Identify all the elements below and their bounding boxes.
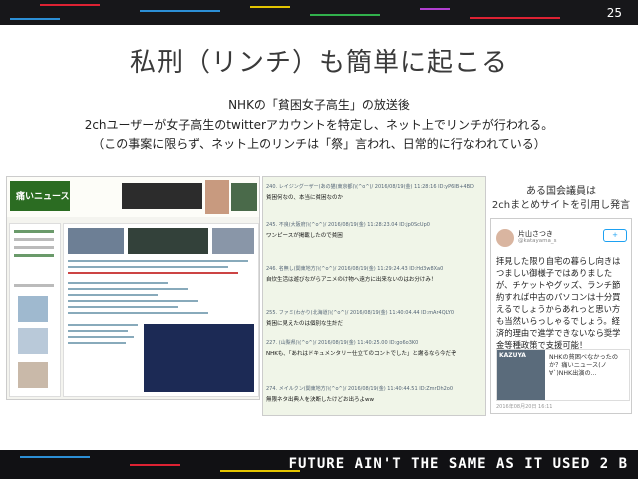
tweet-author-handle: @katayama_s xyxy=(518,238,557,244)
tweet-screenshot: 片山さつき @katayama_s + 拝見した限り自宅の暮らし向きはつましい御… xyxy=(490,218,632,414)
matome-sidebar xyxy=(9,223,61,397)
card-text: NHKの貧困ベなかったのか？痛いニュース(ノ∀`)NHK出演の... xyxy=(549,354,619,377)
site-logo: 痛いニュース xyxy=(10,181,70,211)
subtitle-line-3: （この事案に限らず、ネット上のリンチは「祭」言われ、日常的に行なわれている） xyxy=(92,137,546,151)
note-line-1: ある国会議員は xyxy=(526,186,596,197)
header-banner xyxy=(122,183,202,209)
subtitle-line-1: NHKの「貧困女子高生」の放送後 xyxy=(228,98,410,112)
matome-header: 痛いニュース xyxy=(7,177,259,217)
follow-button[interactable]: + xyxy=(603,229,627,242)
top-glitch-bar: 25 xyxy=(0,0,638,25)
slide-title: 私刑（リンチ）も簡単に起こる xyxy=(129,48,508,78)
subtitle-line-2: 2chユーザーが女子高生のtwitterアカウントを特定し、ネット上でリンチが行… xyxy=(84,118,554,132)
matome-site-screenshot: 痛いニュース xyxy=(6,176,260,400)
matome-article xyxy=(63,223,259,397)
page-number: 25 xyxy=(606,6,622,20)
thread-post: 255. ファミ(わかり(北海道)\(^o^)/ 2016/08/19(金) 1… xyxy=(266,310,455,327)
thread-screenshot: 240. レイジングーザー(あの猫(東京都)\(^o^)/ 2016/08/19… xyxy=(262,176,486,416)
thread-post: 246. 名無し(関東地方)\(^o^)/ 2016/08/19(金) 11:2… xyxy=(266,266,444,283)
thread-post: 245. 不良(大阪府)\(^o^)/ 2016/08/19(金) 11:28:… xyxy=(266,222,430,239)
footer-bar: FUTURE AIN'T THE SAME AS IT USED 2 B xyxy=(0,450,638,479)
thread-post: 240. レイジングーザー(あの猫(東京都)\(^o^)/ 2016/08/19… xyxy=(266,184,474,201)
banner-photo xyxy=(205,180,229,214)
note-line-2: 2chまとめサイトを引用し発言 xyxy=(491,200,631,211)
header-banner-2 xyxy=(231,183,257,211)
tweet-date: 2016年08月20日 16:11 xyxy=(496,404,553,410)
thread-post: 227. (山梨県)\(^o^)/ 2016/08/19(金) 11:40:25… xyxy=(266,340,457,357)
avatar xyxy=(496,229,514,247)
thread-post: 274. メイルクン(関東地方)\(^o^)/ 2016/08/19(金) 11… xyxy=(266,386,454,403)
link-card[interactable]: KAZUYA NHKの貧困ベなかったのか？痛いニュース(ノ∀`)NHK出演の..… xyxy=(496,349,630,401)
footer-text: FUTURE AIN'T THE SAME AS IT USED 2 B xyxy=(288,456,628,472)
tweet-text: 拝見した限り自宅の暮らし向きはつましい御様子ではありましたが、チケットやグッズ、… xyxy=(496,256,621,350)
card-thumbnail: KAZUYA xyxy=(497,350,545,400)
